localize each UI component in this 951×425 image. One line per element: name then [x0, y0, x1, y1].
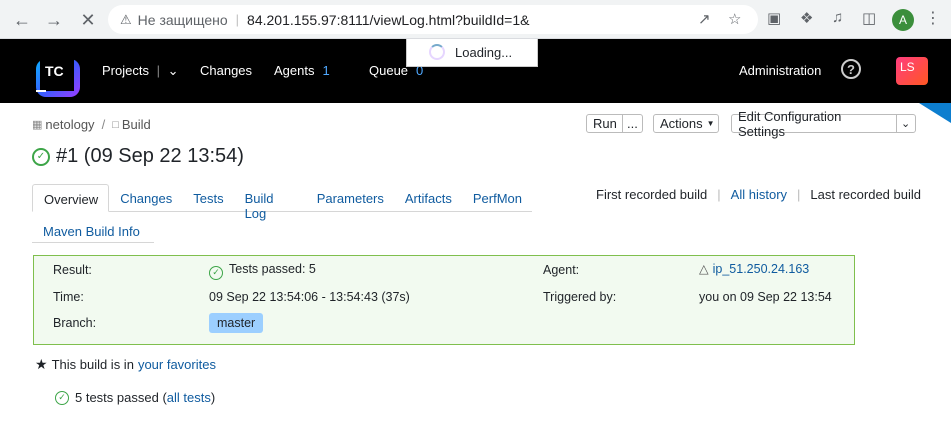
browser-toolbar: ← → ✕ ⚠ Не защищено | 84.201.155.97:8111…: [0, 0, 951, 39]
corner-ribbon: [919, 103, 951, 123]
build-title: #1 (09 Sep 22 13:54): [56, 145, 244, 167]
nav-divider: |: [156, 63, 160, 78]
favorites-text: This build is in: [51, 357, 134, 372]
media-queue-icon[interactable]: ♫: [832, 9, 843, 26]
user-avatar[interactable]: LS: [896, 57, 928, 85]
nav-projects[interactable]: Projects | ⌄: [102, 63, 179, 79]
tests-close-paren: ): [210, 390, 216, 405]
bookmark-star-icon[interactable]: ☆: [728, 10, 741, 28]
branch-label: Branch:: [53, 316, 97, 330]
tests-summary: ✓ 5 tests passed ( all tests ): [55, 390, 215, 405]
result-label: Result:: [53, 263, 92, 277]
caret-down-icon: ▼: [706, 119, 715, 128]
run-options-button[interactable]: ...: [622, 114, 643, 133]
teamcity-logo[interactable]: TC: [30, 51, 80, 97]
warning-icon[interactable]: ⚠: [120, 12, 132, 28]
chevron-down-icon[interactable]: ⌄: [168, 63, 179, 78]
success-check-icon: ✓: [209, 265, 223, 280]
back-arrow-icon[interactable]: ←: [10, 8, 34, 32]
nav-agents-label: Agents: [274, 63, 315, 78]
spinner-icon: [429, 44, 445, 60]
tab-tests[interactable]: Tests: [182, 184, 233, 212]
result-text: Tests passed: 5: [229, 262, 316, 276]
time-label: Time:: [53, 290, 84, 304]
agents-count: 1: [322, 63, 330, 78]
address-divider: |: [235, 12, 240, 27]
first-recorded-build: First recorded build: [596, 187, 708, 202]
history-divider: |: [797, 187, 801, 202]
history-navigation: First recorded build | All history | Las…: [596, 187, 921, 202]
loading-text: Loading...: [455, 45, 513, 60]
tab-perfmon[interactable]: PerfMon: [462, 184, 532, 212]
build-config-icon: □: [112, 118, 119, 131]
star-icon[interactable]: ★: [35, 356, 48, 373]
stop-loading-icon[interactable]: ✕: [76, 8, 100, 32]
tab-build-log[interactable]: Build Log: [234, 184, 306, 221]
breadcrumb-project[interactable]: netology: [45, 117, 94, 132]
actions-dropdown[interactable]: Actions ▼: [653, 114, 719, 133]
tab-parameters[interactable]: Parameters: [306, 184, 394, 212]
all-tests-link[interactable]: all tests: [167, 390, 211, 405]
profile-avatar[interactable]: A: [892, 9, 914, 31]
share-icon[interactable]: ↗: [698, 10, 711, 28]
tab-changes[interactable]: Changes: [109, 184, 182, 212]
agent-label: Agent:: [543, 263, 580, 277]
page-title: ✓ #1 (09 Sep 22 13:54): [32, 145, 244, 168]
breadcrumb-separator: /: [101, 117, 106, 132]
nav-administration[interactable]: Administration: [739, 63, 821, 78]
build-summary: Result: ✓ Tests passed: 5 Time: 09 Sep 22…: [33, 255, 855, 345]
success-check-icon: ✓: [32, 147, 50, 166]
triggered-value: you on 09 Sep 22 13:54: [699, 290, 832, 304]
agent-value: △ ip_51.250.24.163: [699, 261, 809, 276]
linux-icon: △: [699, 262, 709, 276]
build-tabs: Overview Changes Tests Build Log Paramet…: [32, 184, 532, 221]
build-tabs-row2: Maven Build Info: [32, 219, 154, 243]
triggered-label: Triggered by:: [543, 290, 617, 304]
forward-arrow-icon[interactable]: →: [42, 8, 66, 32]
actions-label: Actions: [660, 116, 703, 131]
breadcrumb-build[interactable]: Build: [122, 117, 151, 132]
all-history-link[interactable]: All history: [731, 187, 787, 202]
help-icon[interactable]: ?: [841, 59, 861, 79]
time-value: 09 Sep 22 13:54:06 - 13:54:43 (37s): [209, 290, 410, 304]
agent-link[interactable]: ip_51.250.24.163: [713, 262, 810, 276]
logo-text: TC: [40, 57, 74, 91]
loading-popup: Loading...: [406, 39, 538, 67]
nav-changes[interactable]: Changes: [200, 63, 252, 78]
branch-badge[interactable]: master: [209, 313, 264, 333]
tab-artifacts[interactable]: Artifacts: [394, 184, 462, 212]
edit-configuration-button[interactable]: Edit Configuration Settings: [731, 109, 897, 139]
edit-options-dropdown[interactable]: ⌄: [896, 114, 916, 133]
nav-projects-label: Projects: [102, 63, 149, 78]
last-recorded-build: Last recorded build: [810, 187, 921, 202]
tests-text: 5 tests passed (: [75, 390, 167, 405]
side-panel-icon[interactable]: ◫: [862, 9, 876, 27]
nav-agents[interactable]: Agents 1: [274, 63, 330, 78]
breadcrumb: ▦ netology / □ Build: [32, 117, 151, 132]
puzzle-icon[interactable]: ❖: [800, 9, 813, 27]
tab-overview[interactable]: Overview: [32, 184, 110, 212]
result-value: ✓ Tests passed: 5: [209, 262, 316, 280]
success-check-icon: ✓: [55, 390, 69, 405]
address-bar[interactable]: ⚠ Не защищено | 84.201.155.97:8111/viewL…: [108, 5, 758, 34]
logo-underscore: [36, 90, 46, 92]
favorites-line: ★ This build is in your favorites: [35, 356, 216, 373]
project-grid-icon: ▦: [32, 119, 43, 131]
nav-queue-label: Queue: [369, 63, 409, 78]
tab-maven-build-info[interactable]: Maven Build Info: [32, 219, 154, 247]
chevron-down-icon: ⌄: [901, 118, 911, 130]
run-button[interactable]: Run: [586, 114, 623, 133]
security-label[interactable]: Не защищено: [138, 12, 228, 28]
extension-icon[interactable]: ▣: [767, 9, 781, 27]
history-divider: |: [717, 187, 721, 202]
favorites-link[interactable]: your favorites: [138, 357, 216, 372]
browser-menu-icon[interactable]: ⋮: [925, 8, 941, 28]
url-text[interactable]: 84.201.155.97:8111/viewLog.html?buildId=…: [247, 12, 529, 28]
